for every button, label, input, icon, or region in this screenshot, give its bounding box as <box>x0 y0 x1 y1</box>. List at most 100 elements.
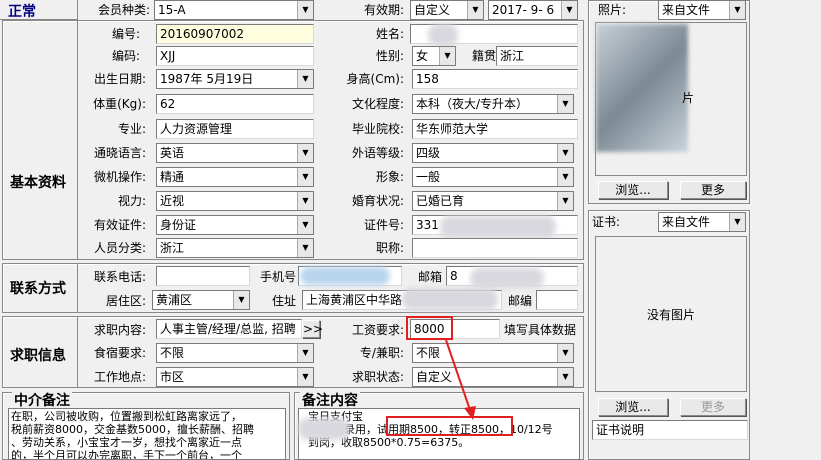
validity-label: 有效期: <box>363 3 404 17</box>
chevron-down-icon[interactable]: ▼ <box>557 144 573 162</box>
gender-select[interactable]: 女 ▼ <box>412 46 456 66</box>
validity-date-picker[interactable]: 2017- 9- 6 ▼ <box>488 0 578 20</box>
chevron-down-icon[interactable]: ▼ <box>557 344 573 362</box>
phone-field[interactable] <box>156 266 250 286</box>
id-type-label: 有效证件: <box>93 218 146 232</box>
chevron-down-icon[interactable]: ▼ <box>467 1 483 19</box>
job-content-more-button[interactable]: >> <box>302 320 323 338</box>
height-field[interactable]: 158 <box>412 69 578 89</box>
address-label: 住址 <box>271 294 296 308</box>
language-select[interactable]: 英语 ▼ <box>156 143 314 163</box>
agent-note-line: 的，半个月可以办完离职，手下一个前台，一个 <box>11 449 242 460</box>
chevron-down-icon[interactable]: ▼ <box>557 95 573 113</box>
agent-note-line: 税前薪资8000，交金基数5000，擅长薪酬、招聘 <box>11 423 254 436</box>
appearance-select[interactable]: 一般 ▼ <box>412 167 574 187</box>
fulltime-label: 专/兼职: <box>359 346 404 360</box>
id-number-redaction <box>440 216 556 238</box>
chevron-down-icon[interactable]: ▼ <box>233 291 249 309</box>
cert-label: 证书: <box>592 215 621 229</box>
no-image-text: 没有图片 <box>646 308 695 322</box>
photo-source-select[interactable]: 来自文件 ▼ <box>658 0 746 20</box>
member-type-select[interactable]: 15-A ▼ <box>154 0 314 20</box>
chevron-down-icon[interactable]: ▼ <box>729 213 745 231</box>
vision-select[interactable]: 近视 ▼ <box>156 191 314 211</box>
title-field[interactable] <box>412 238 578 258</box>
agent-note-line: 在职，公司被收购，位置搬到松虹路离家远了， <box>11 410 242 423</box>
major-field[interactable]: 人力资源管理 <box>156 119 314 139</box>
foreign-level-select[interactable]: 四级 ▼ <box>412 143 574 163</box>
gender-value: 女 <box>416 49 429 63</box>
district-label: 居住区: <box>105 294 146 308</box>
cert-more-button[interactable]: 更多 <box>680 398 746 416</box>
chevron-down-icon[interactable]: ▼ <box>297 216 313 234</box>
chevron-down-icon[interactable]: ▼ <box>729 1 745 19</box>
birth-date-picker[interactable]: 1987年 5月19日 ▼ <box>156 69 314 89</box>
cert-note-field[interactable]: 证书说明 <box>592 420 748 440</box>
native-label: 籍贯 <box>471 49 496 63</box>
name-label: 姓名: <box>375 27 404 41</box>
chevron-down-icon[interactable]: ▼ <box>297 368 313 386</box>
chevron-down-icon[interactable]: ▼ <box>439 47 455 65</box>
id-no-field[interactable]: 20160907002 <box>156 24 314 44</box>
foreign-level-value: 四级 <box>416 146 441 160</box>
chevron-down-icon[interactable]: ▼ <box>297 344 313 362</box>
weight-field[interactable]: 62 <box>156 94 314 114</box>
fulltime-select[interactable]: 不限 ▼ <box>412 343 574 363</box>
category-value: 浙江 <box>160 241 185 255</box>
job-section-title: 求职信息 <box>10 348 66 364</box>
validity-mode-select[interactable]: 自定义 ▼ <box>410 0 484 20</box>
chevron-down-icon[interactable]: ▼ <box>557 192 573 210</box>
weight-label: 体重(Kg): <box>93 97 146 111</box>
workplace-label: 工作地点: <box>93 370 146 384</box>
school-field[interactable]: 华东师范大学 <box>412 119 578 139</box>
code-field[interactable]: XJJ <box>156 46 314 66</box>
district-select[interactable]: 黄浦区 ▼ <box>152 290 250 310</box>
chevron-down-icon[interactable]: ▼ <box>297 1 313 19</box>
agent-note-textarea[interactable]: 在职，公司被收购，位置搬到松虹路离家远了， 税前薪资8000，交金基数5000，… <box>8 408 286 460</box>
gender-label: 性别: <box>375 49 404 63</box>
id-type-value: 身份证 <box>160 218 197 232</box>
photo-image <box>596 24 688 152</box>
marital-select[interactable]: 已婚已育 ▼ <box>412 191 574 211</box>
photo-more-button[interactable]: 更多 <box>680 181 746 199</box>
education-select[interactable]: 本科（夜大/专升本） ▼ <box>412 94 574 114</box>
school-label: 毕业院校: <box>351 122 404 136</box>
education-value: 本科（夜大/专升本） <box>416 97 529 111</box>
chevron-down-icon[interactable]: ▼ <box>561 1 577 19</box>
native-field[interactable]: 浙江 <box>496 46 578 66</box>
highlight-arrow-icon <box>445 339 476 420</box>
salary-label: 工资要求: <box>351 323 404 337</box>
id-type-select[interactable]: 身份证 ▼ <box>156 215 314 235</box>
photo-browse-button[interactable]: 浏览... <box>598 181 668 199</box>
appearance-value: 一般 <box>416 170 441 184</box>
job-status-select[interactable]: 自定义 ▼ <box>412 367 574 387</box>
language-value: 英语 <box>160 146 185 160</box>
computer-select[interactable]: 精通 ▼ <box>156 167 314 187</box>
appearance-label: 形象: <box>375 170 404 184</box>
cert-source-select[interactable]: 来自文件 ▼ <box>658 212 746 232</box>
chevron-down-icon[interactable]: ▼ <box>297 144 313 162</box>
phone-label: 联系电话: <box>93 270 146 284</box>
chevron-down-icon[interactable]: ▼ <box>297 239 313 257</box>
title-label: 职称: <box>375 241 404 255</box>
chevron-down-icon[interactable]: ▼ <box>297 168 313 186</box>
chevron-down-icon[interactable]: ▼ <box>557 368 573 386</box>
contact-section-title: 联系方式 <box>10 281 66 297</box>
cert-browse-button[interactable]: 浏览... <box>598 398 668 416</box>
meals-select[interactable]: 不限 ▼ <box>156 343 314 363</box>
category-label: 人员分类: <box>93 241 146 255</box>
basic-section-cell <box>2 20 78 260</box>
height-label: 身高(Cm): <box>346 72 404 86</box>
job-content-label: 求职内容: <box>93 323 146 337</box>
basic-section-title: 基本资料 <box>10 175 66 191</box>
marital-value: 已婚已育 <box>416 194 465 208</box>
job-content-field[interactable]: 人事主管/经理/总监, 招聘 <box>156 319 302 339</box>
workplace-select[interactable]: 市区 ▼ <box>156 367 314 387</box>
chevron-down-icon[interactable]: ▼ <box>297 70 313 88</box>
job-status-label: 求职状态: <box>351 370 404 384</box>
postcode-field[interactable] <box>536 290 578 310</box>
category-select[interactable]: 浙江 ▼ <box>156 238 314 258</box>
chevron-down-icon[interactable]: ▼ <box>557 168 573 186</box>
computer-label: 微机操作: <box>93 170 146 184</box>
chevron-down-icon[interactable]: ▼ <box>297 192 313 210</box>
